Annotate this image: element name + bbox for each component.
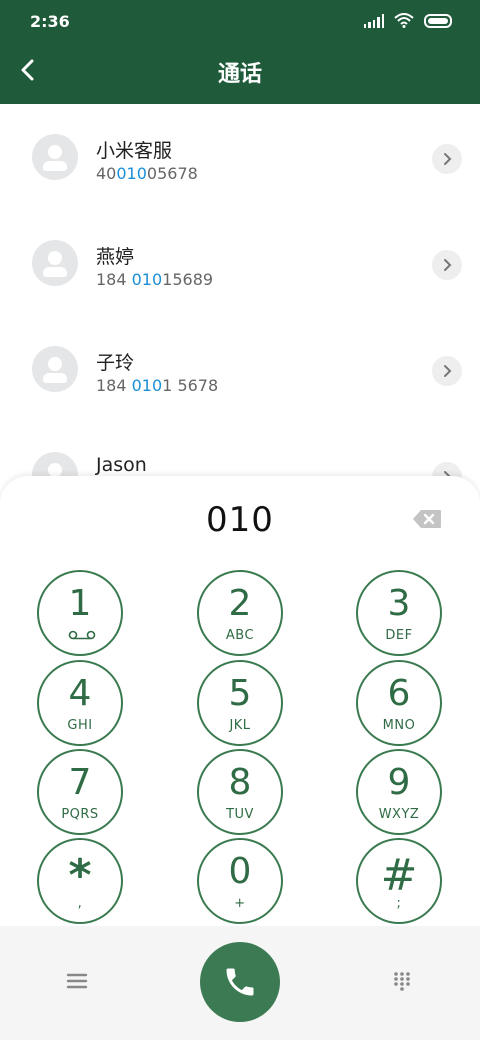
- dial-key-5[interactable]: 5 JKL: [197, 660, 283, 746]
- dial-key-0[interactable]: 0 +: [197, 838, 283, 924]
- dialed-number: 010: [206, 500, 274, 540]
- dial-key-6[interactable]: 6 MNO: [356, 660, 442, 746]
- bottom-action-bar: [0, 926, 480, 1040]
- avatar: [32, 134, 78, 180]
- contact-detail-button[interactable]: [432, 356, 462, 386]
- dial-key-1[interactable]: 1: [37, 570, 123, 656]
- contact-name: 小米客服: [96, 140, 173, 162]
- menu-button[interactable]: [66, 972, 88, 990]
- call-button[interactable]: [200, 942, 280, 1022]
- status-time: 2:36: [30, 12, 70, 31]
- dial-key-8[interactable]: 8 TUV: [197, 749, 283, 835]
- contact-number: 4001005678: [96, 164, 198, 183]
- chevron-right-icon: [444, 365, 452, 377]
- dial-key-4[interactable]: 4 GHI: [37, 660, 123, 746]
- dialpad-toggle-button[interactable]: [392, 971, 412, 991]
- contact-name: 燕婷: [96, 246, 135, 268]
- contact-row[interactable]: 燕婷 184 01015689: [0, 210, 480, 316]
- contact-row[interactable]: 子玲 184 0101 5678: [0, 316, 480, 422]
- dial-key-star[interactable]: * ,: [37, 838, 123, 924]
- contact-detail-button[interactable]: [432, 250, 462, 280]
- dialpad-grid-icon: [394, 972, 410, 991]
- status-bar: 2:36: [0, 0, 480, 40]
- backspace-button[interactable]: [412, 509, 442, 529]
- dial-key-9[interactable]: 9 WXYZ: [356, 749, 442, 835]
- phone-icon: [226, 968, 254, 996]
- chevron-right-icon: [444, 259, 452, 271]
- contact-row[interactable]: 小米客服 4001005678: [0, 104, 480, 210]
- avatar: [32, 346, 78, 392]
- dial-key-7[interactable]: 7 PQRS: [37, 749, 123, 835]
- contact-number: 184 0101 5678: [96, 376, 219, 395]
- dial-key-3[interactable]: 3 DEF: [356, 570, 442, 656]
- voicemail-icon: [68, 630, 96, 640]
- battery-icon: [424, 13, 454, 28]
- menu-icon: [66, 973, 88, 989]
- signal-icon: [364, 13, 385, 28]
- wifi-icon: [394, 13, 414, 28]
- status-icons: [364, 13, 454, 28]
- contact-name: 子玲: [96, 352, 135, 374]
- dial-key-2[interactable]: 2 ABC: [197, 570, 283, 656]
- backspace-icon: [413, 510, 441, 528]
- contact-name: Jason: [96, 454, 147, 476]
- dial-key-hash[interactable]: # ;: [356, 838, 442, 924]
- contact-number: 184 01015689: [96, 270, 214, 289]
- chevron-right-icon: [444, 153, 452, 165]
- app-header: 2:36 通话: [0, 0, 480, 104]
- contact-detail-button[interactable]: [432, 144, 462, 174]
- page-title: 通话: [217, 62, 262, 87]
- avatar: [32, 240, 78, 286]
